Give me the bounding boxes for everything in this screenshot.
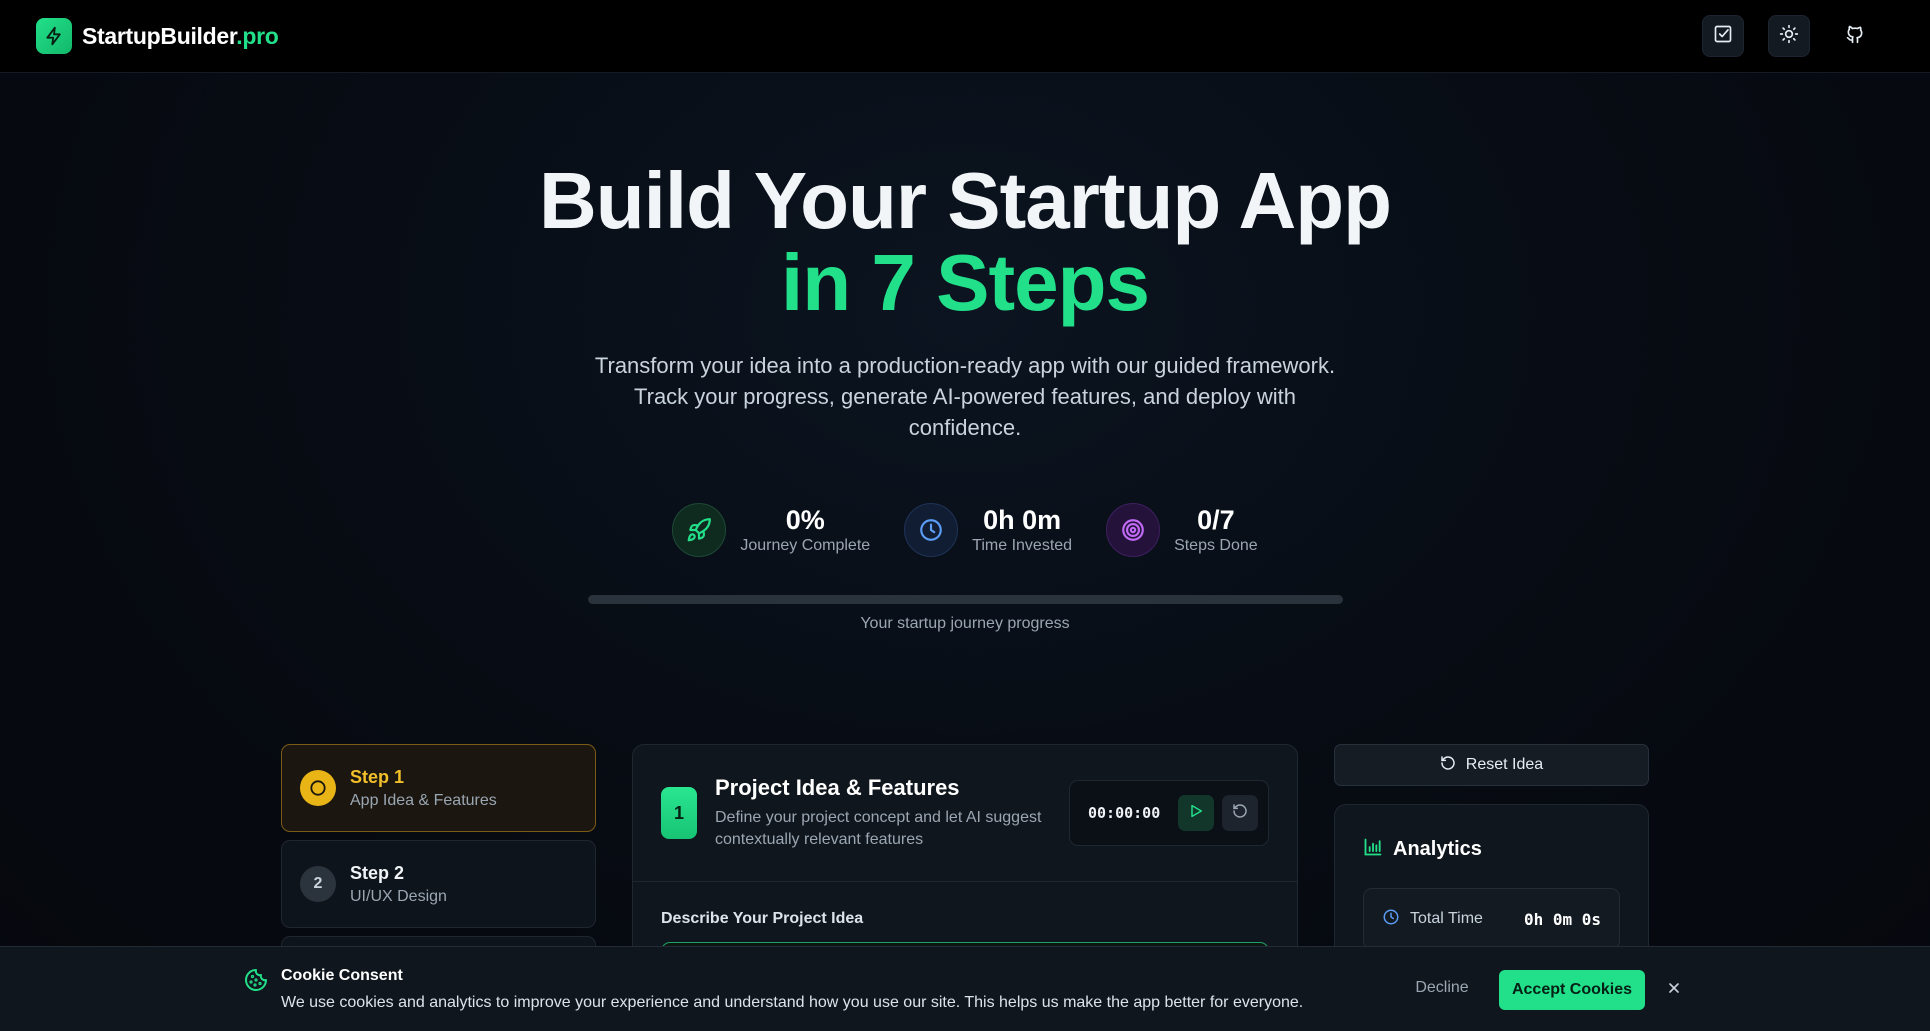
close-icon: [1666, 980, 1682, 1001]
rotate-ccw-icon: [1232, 803, 1248, 824]
target-icon: [1106, 503, 1161, 557]
header-actions: [1702, 15, 1876, 57]
timer-reset-button[interactable]: [1222, 795, 1258, 831]
total-time-card: Total Time 0h 0m 0s: [1363, 888, 1620, 950]
accept-cookies-button[interactable]: Accept Cookies: [1499, 970, 1645, 1010]
total-time-label: Total Time: [1410, 910, 1483, 927]
github-icon: [1845, 24, 1865, 49]
close-cookie-banner-button[interactable]: [1660, 976, 1688, 1004]
stat-steps-done: 0/7 Steps Done: [1106, 503, 1258, 557]
analytics-title: Analytics: [1393, 838, 1482, 860]
clock-icon: [904, 503, 959, 557]
sun-icon: [1779, 24, 1799, 49]
timer-play-button[interactable]: [1178, 795, 1214, 831]
hero-subtitle: Transform your idea into a production-re…: [594, 353, 1336, 440]
github-button[interactable]: [1834, 15, 1876, 57]
rotate-ccw-icon: [1440, 755, 1456, 776]
step-title: Step 1: [350, 766, 405, 787]
step-number-badge: 2: [300, 866, 336, 902]
stat-journey-complete: 0% Journey Complete: [672, 503, 870, 557]
project-idea-label: Describe Your Project Idea: [661, 910, 864, 927]
stat-label: Journey Complete: [740, 537, 871, 554]
reset-idea-label: Reset Idea: [1465, 756, 1544, 773]
hero-title-line2: in 7 Steps: [781, 238, 1150, 327]
cookie-icon: [244, 968, 268, 997]
brand-tld: .pro: [236, 22, 279, 49]
play-icon: [1188, 803, 1204, 824]
panel-description: Define your project concept and let AI s…: [715, 809, 1042, 848]
clock-icon: [1382, 908, 1400, 931]
bar-chart-icon: [1363, 837, 1383, 862]
zap-icon: [36, 18, 72, 54]
stat-label: Time Invested: [972, 537, 1073, 554]
stat-value: 0/7: [1197, 505, 1235, 535]
stat-value: 0h 0m: [983, 505, 1062, 535]
journey-progress-bar: [588, 595, 1343, 604]
hero-section: Build Your Startup App in 7 Steps Transf…: [0, 160, 1930, 443]
step-card-2[interactable]: 2 Step 2 UI/UX Design: [281, 840, 596, 928]
panel-step-number: 1: [661, 787, 697, 839]
brand-name: StartupBuilder.pro: [82, 23, 279, 50]
step-subtitle: UI/UX Design: [350, 887, 447, 905]
timer-display: 00:00:00: [1088, 804, 1161, 822]
brand[interactable]: StartupBuilder.pro: [36, 18, 279, 54]
cookie-text: We use cookies and analytics to improve …: [281, 994, 1304, 1011]
step-card-1[interactable]: Step 1 App Idea & Features: [281, 744, 596, 832]
cookie-title: Cookie Consent: [281, 967, 403, 984]
total-time-value: 0h 0m 0s: [1523, 909, 1601, 929]
checklist-button[interactable]: [1702, 15, 1744, 57]
rocket-icon: [672, 503, 727, 557]
step-timer: 00:00:00: [1069, 780, 1269, 846]
top-navigation-bar: StartupBuilder.pro: [0, 0, 1930, 73]
reset-idea-button[interactable]: Reset Idea: [1334, 744, 1649, 786]
progress-caption: Your startup journey progress: [860, 615, 1070, 632]
step-subtitle: App Idea & Features: [350, 791, 497, 809]
theme-toggle-button[interactable]: [1768, 15, 1810, 57]
brand-name-text: StartupBuilder: [82, 22, 237, 49]
cookie-consent-banner: Cookie Consent We use cookies and analyt…: [0, 946, 1930, 1031]
stat-value: 0%: [785, 505, 825, 535]
step-status-icon: [300, 770, 336, 806]
checklist-icon: [1713, 24, 1733, 49]
decline-cookies-button[interactable]: Decline: [1400, 979, 1484, 997]
hero-title: Build Your Startup App in 7 Steps: [0, 160, 1930, 324]
step-title: Step 2: [350, 862, 405, 883]
panel-header: 1 Project Idea & Features Define your pr…: [633, 745, 1297, 882]
panel-title: Project Idea & Features: [715, 775, 960, 800]
stat-label: Steps Done: [1174, 537, 1258, 554]
stats-row: 0% Journey Complete 0h 0m Time Invested …: [0, 503, 1930, 557]
stat-time-invested: 0h 0m Time Invested: [904, 503, 1072, 557]
hero-title-line1: Build Your Startup App: [538, 156, 1392, 245]
